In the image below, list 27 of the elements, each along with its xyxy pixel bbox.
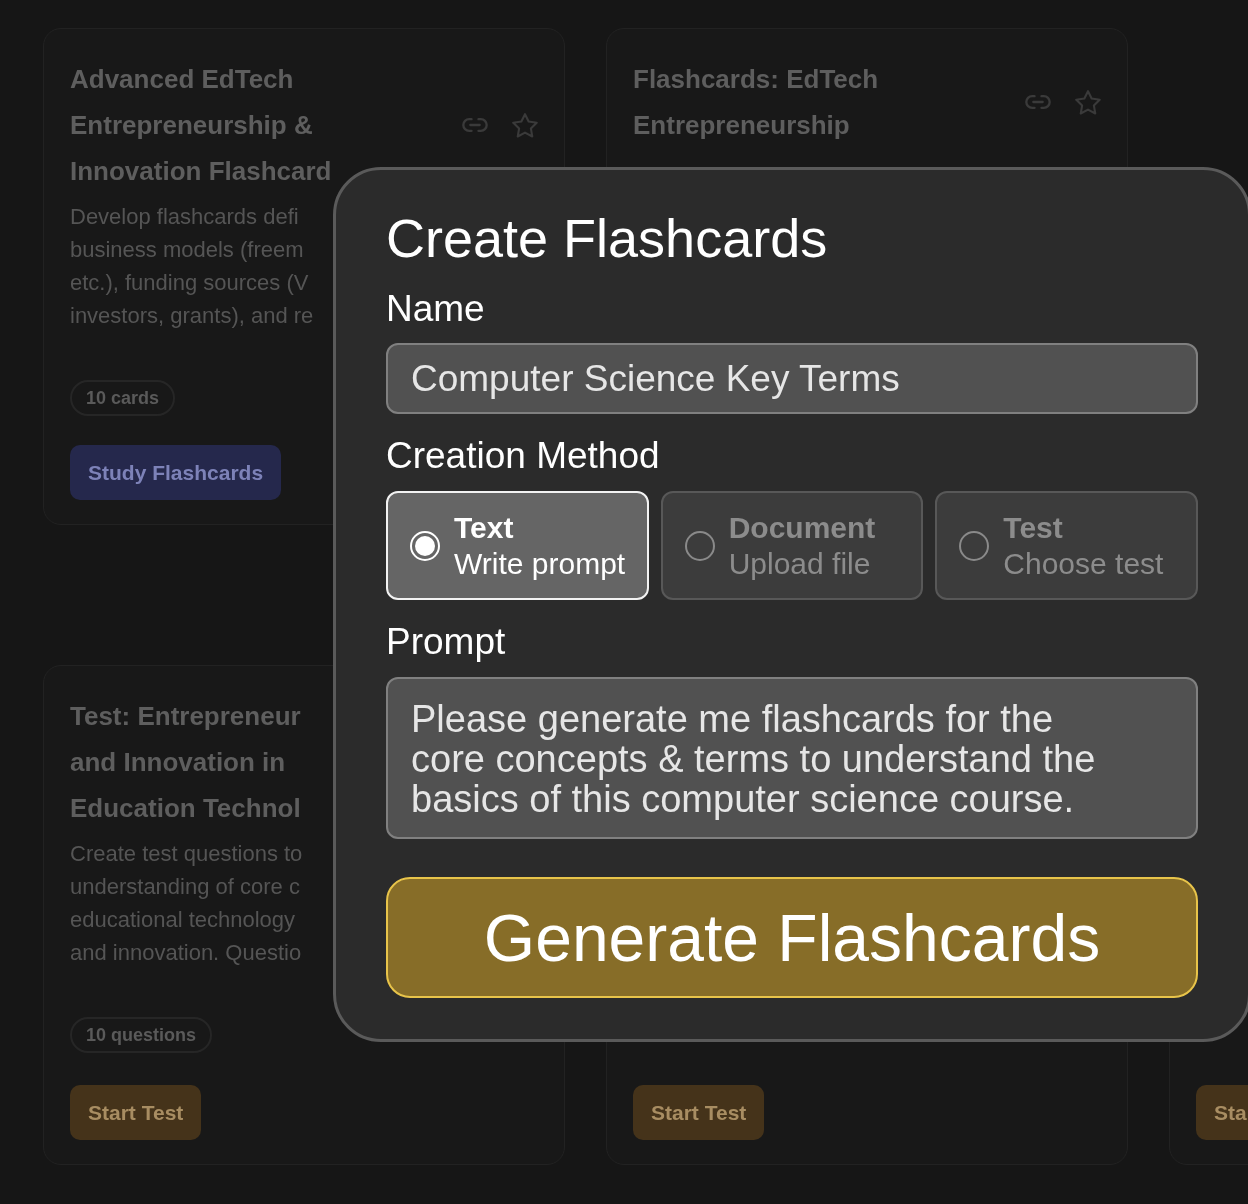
- star-icon[interactable]: [512, 112, 538, 138]
- star-icon[interactable]: [1075, 89, 1101, 115]
- count-badge: 10 questions: [70, 1017, 213, 1053]
- radio-icon[interactable]: [684, 530, 715, 561]
- method-option[interactable]: Test Choose test: [935, 491, 1198, 600]
- start-test-button[interactable]: Start Test: [633, 1085, 765, 1140]
- start-test-button[interactable]: Sta: [1196, 1085, 1248, 1140]
- dialog-title: Create Flashcards: [386, 207, 828, 270]
- study-button[interactable]: Study Flashcards: [70, 445, 282, 500]
- card-title: Flashcards: EdTech Entrepreneurship: [633, 63, 879, 142]
- field-label: Prompt: [386, 620, 506, 664]
- field-label: Name: [386, 287, 485, 331]
- link-icon[interactable]: [1025, 95, 1051, 109]
- card-description: Develop flashcards defi business models (freem etc.), funding sources (V investors, grants), and re: [70, 203, 314, 330]
- generate-button[interactable]: Generate Flashcards: [386, 877, 1198, 998]
- method-option[interactable]: Document Upload file: [660, 491, 924, 600]
- method-option[interactable]: Text Write prompt: [386, 491, 649, 600]
- prompt-field[interactable]: Please generate me flashcards for the core concepts & terms to understand the basics of this computer science course.: [386, 677, 1198, 839]
- field-label: Creation Method: [386, 434, 660, 478]
- card-title: Advanced EdTech Entrepreneurship & Innovation Flashcard: [70, 63, 332, 188]
- card-title: Test: Entrepreneur and Innovation in Education Technol: [70, 700, 301, 825]
- count-badge: 10 cards: [70, 380, 176, 416]
- name-field[interactable]: Computer Science Key Terms: [386, 343, 1198, 414]
- radio-icon[interactable]: [959, 530, 990, 561]
- card-description: Create test questions to understanding of core c educational technology and innovation. Questio: [70, 840, 303, 967]
- start-test-button[interactable]: Start Test: [70, 1085, 202, 1140]
- link-icon[interactable]: [462, 118, 488, 132]
